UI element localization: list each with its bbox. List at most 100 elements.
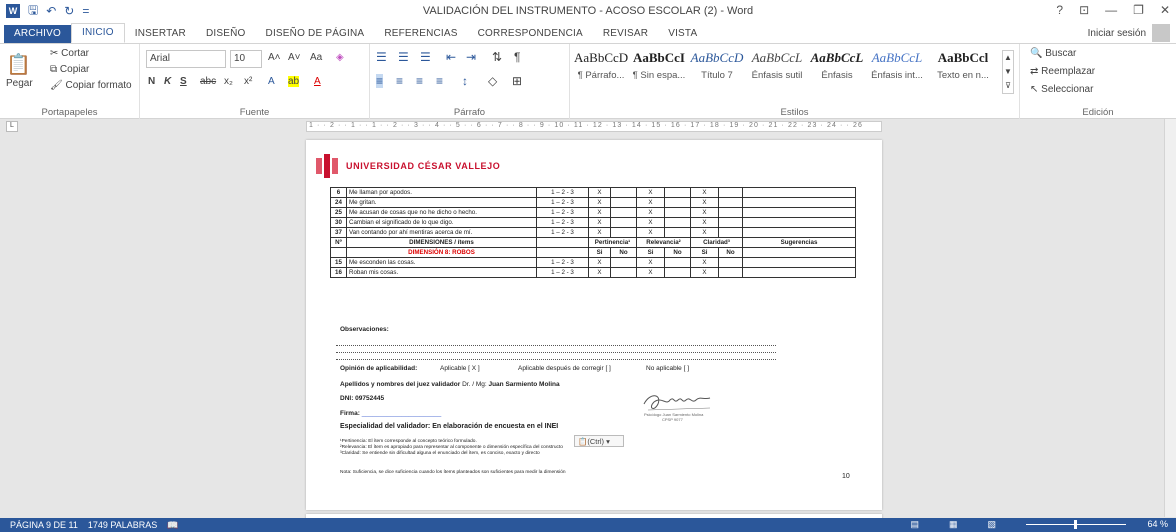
- table-cell: X: [588, 187, 611, 198]
- style-titulo-7[interactable]: AaBbCcD Título 7: [690, 50, 744, 81]
- tab-insertar[interactable]: INSERTAR: [125, 25, 196, 43]
- cursor-icon: ↖: [1030, 84, 1042, 95]
- paste-icon[interactable]: 📋: [6, 52, 31, 77]
- tab-correspondencia[interactable]: CORRESPONDENCIA: [468, 25, 593, 43]
- header-blank: [536, 237, 589, 248]
- table-cell: X: [636, 267, 665, 278]
- text-effects-button[interactable]: A: [268, 76, 275, 87]
- avatar[interactable]: [1152, 24, 1170, 42]
- item-number: 6: [330, 187, 347, 198]
- no-aplicable-option: No aplicable [ ]: [646, 365, 689, 372]
- table-cell: [610, 187, 637, 198]
- font-name-select[interactable]: Arial: [146, 50, 226, 68]
- tab-selector-icon[interactable]: L: [6, 121, 18, 132]
- italic-button[interactable]: K: [164, 76, 171, 87]
- table-cell: [664, 257, 691, 268]
- font-size-select[interactable]: 10: [230, 50, 262, 68]
- copy-button[interactable]: ⧉ Copiar: [50, 64, 89, 75]
- style-enfasis[interactable]: AaBbCcL Énfasis: [810, 50, 864, 81]
- web-layout-icon[interactable]: ▧: [987, 519, 996, 530]
- tab-referencias[interactable]: REFERENCIAS: [374, 25, 467, 43]
- table-cell: X: [636, 217, 665, 228]
- customize-qat-icon[interactable]: =: [82, 4, 89, 18]
- replace-button[interactable]: ⇄ Reemplazar: [1030, 66, 1095, 77]
- zoom-slider[interactable]: [1026, 520, 1126, 529]
- highlight-button[interactable]: ab: [288, 76, 300, 87]
- font-color-button[interactable]: A: [314, 76, 321, 87]
- style-enfasis-sutil[interactable]: AaBbCcL Énfasis sutil: [750, 50, 804, 81]
- aplicable-option: Aplicable [ X ]: [440, 365, 480, 372]
- zoom-slider-thumb[interactable]: [1074, 520, 1077, 529]
- horizontal-ruler[interactable]: 1 · · 2 · · 1 · · 1 · · 2 · · 3 · · 4 · …: [306, 121, 882, 132]
- brush-icon: 🖌: [50, 80, 66, 91]
- undo-icon[interactable]: ↶: [46, 4, 56, 18]
- dimension-title: DIMENSIÓN 8: ROBOS: [346, 247, 537, 258]
- save-icon[interactable]: 🖫: [28, 1, 38, 22]
- clear-formatting-icon[interactable]: ◈: [336, 52, 344, 63]
- table-cell: [664, 197, 691, 208]
- align-right-icon[interactable]: ≡: [416, 74, 423, 88]
- sign-in-link[interactable]: Iniciar sesión: [1088, 28, 1146, 39]
- tab-inicio[interactable]: INICIO: [70, 23, 125, 43]
- footnote-claridad: ³Claridad: Se entiende sin dificultad al…: [340, 451, 540, 456]
- tab-vista[interactable]: VISTA: [658, 25, 707, 43]
- select-button[interactable]: ↖ Seleccionar: [1030, 84, 1093, 95]
- align-center-icon[interactable]: ≡: [396, 74, 403, 88]
- subscript-button[interactable]: x₂: [224, 76, 233, 87]
- bullets-icon[interactable]: ☰: [376, 50, 387, 64]
- show-marks-icon[interactable]: ¶: [514, 50, 520, 64]
- close-button[interactable]: ✕: [1160, 3, 1170, 17]
- tab-revisar[interactable]: REVISAR: [593, 25, 658, 43]
- strikethrough-button[interactable]: abc: [200, 76, 216, 87]
- maximize-button[interactable]: ❐: [1133, 3, 1144, 17]
- paste-options-button[interactable]: 📋(Ctrl) ▾: [574, 435, 624, 447]
- line-spacing-icon[interactable]: ↕: [462, 74, 468, 88]
- style-sin-espaciado[interactable]: AaBbCcI ¶ Sin espa...: [632, 50, 686, 81]
- observation-line: [336, 359, 776, 360]
- multilevel-list-icon[interactable]: ☰: [420, 50, 431, 64]
- page-count[interactable]: PÁGINA 9 DE 11: [10, 520, 78, 530]
- especialidad-label: Especialidad del validador: En elaboraci…: [340, 423, 559, 430]
- bold-button[interactable]: N: [148, 76, 155, 87]
- minimize-button[interactable]: —: [1105, 3, 1117, 17]
- align-left-icon[interactable]: ≡: [376, 74, 384, 88]
- juez-label: Apellidos y nombres del juez validador: [340, 381, 461, 388]
- cut-label: Cortar: [61, 48, 89, 59]
- find-button[interactable]: 🔍 Buscar: [1030, 48, 1076, 59]
- superscript-button[interactable]: x²: [244, 76, 252, 87]
- read-mode-icon[interactable]: ▤: [910, 519, 919, 530]
- table-cell: X: [636, 227, 665, 238]
- styles-scroll-icon[interactable]: ▲ ▼ ⊽: [1002, 50, 1014, 94]
- tab-diseno-pagina[interactable]: DISEÑO DE PÁGINA: [256, 25, 375, 43]
- numbering-icon[interactable]: ☰: [398, 50, 409, 64]
- shading-icon[interactable]: ◇: [488, 74, 497, 88]
- change-case-button[interactable]: Aa: [310, 52, 322, 63]
- style-texto-negrita[interactable]: AaBbCcl Texto en n...: [930, 50, 996, 81]
- tab-archivo[interactable]: ARCHIVO: [4, 25, 71, 43]
- cut-button[interactable]: ✂ Cortar: [50, 48, 89, 59]
- borders-icon[interactable]: ⊞: [512, 74, 522, 88]
- tab-diseno[interactable]: DISEÑO: [196, 25, 256, 43]
- style-enfasis-intenso[interactable]: AaBbCcL Énfasis int...: [870, 50, 924, 81]
- print-layout-icon[interactable]: ▦: [949, 519, 958, 530]
- document-page[interactable]: UNIVERSIDAD CÉSAR VALLEJO 6 Me llaman por…: [306, 140, 882, 510]
- vertical-scrollbar[interactable]: [1164, 119, 1176, 517]
- underline-button[interactable]: S: [180, 76, 187, 87]
- proofing-icon[interactable]: 📖: [167, 520, 178, 531]
- decrease-indent-icon[interactable]: ⇤: [446, 50, 456, 64]
- word-count[interactable]: 1749 PALABRAS: [88, 520, 157, 530]
- format-painter-button[interactable]: 🖌 Copiar formato: [50, 80, 132, 91]
- help-icon[interactable]: ?: [1056, 3, 1063, 17]
- shrink-font-button[interactable]: A˅: [288, 52, 301, 63]
- table-cell: X: [588, 217, 611, 228]
- table-header-row: Nº DIMENSIONES / ítems Pertinencia¹ Rele…: [330, 237, 856, 248]
- ribbon-display-icon[interactable]: ⊡: [1079, 3, 1089, 17]
- style-parrafo[interactable]: AaBbCcDc ¶ Párrafo...: [574, 50, 628, 81]
- redo-icon[interactable]: ↻: [64, 4, 74, 18]
- paste-button[interactable]: Pegar: [6, 78, 33, 89]
- zoom-level[interactable]: 64 %: [1147, 519, 1168, 529]
- increase-indent-icon[interactable]: ⇥: [466, 50, 476, 64]
- sort-icon[interactable]: ⇅: [492, 50, 502, 64]
- grow-font-button[interactable]: A˄: [268, 52, 281, 63]
- justify-icon[interactable]: ≡: [436, 74, 443, 88]
